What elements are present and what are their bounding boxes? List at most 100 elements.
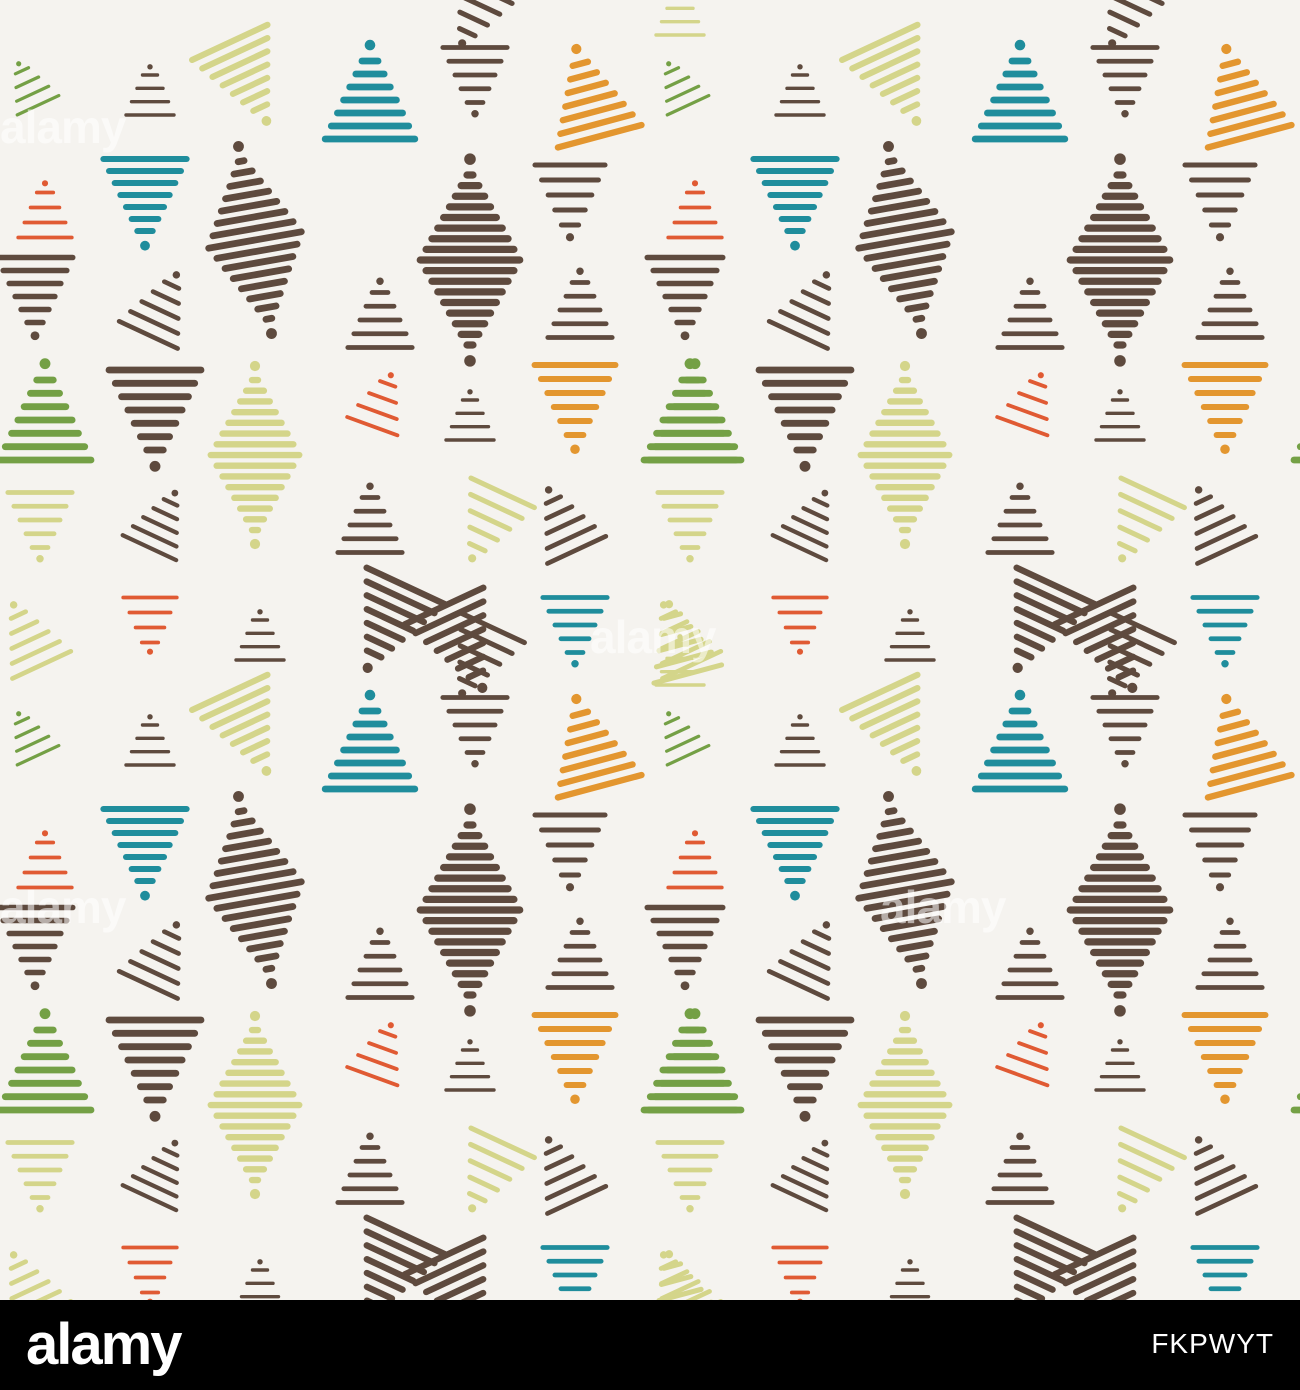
down-doodle [655, 1140, 725, 1213]
down-doodle [440, 45, 510, 118]
up-doodle [120, 1139, 180, 1213]
up-doodle [995, 1022, 1050, 1088]
up-doodle [1094, 389, 1146, 442]
up-doodle [345, 372, 400, 438]
diamond-doodle [205, 791, 305, 989]
up-doodle [1195, 917, 1265, 990]
up-doodle [666, 830, 724, 890]
up-doodle [545, 267, 615, 340]
down-doodle [755, 1016, 855, 1122]
down-doodle [456, 0, 515, 48]
down-doodle [100, 805, 190, 901]
diamond-doodle [855, 141, 955, 339]
up-doodle [774, 714, 826, 767]
down-doodle [750, 805, 840, 901]
diamond-doodle [857, 1010, 953, 1200]
up-doodle [124, 64, 176, 117]
up-doodle [1204, 43, 1295, 151]
down-doodle [1116, 1125, 1187, 1213]
down-doodle [531, 1012, 619, 1105]
down-doodle [771, 595, 829, 655]
down-doodle [1181, 362, 1269, 455]
up-doodle [543, 1136, 609, 1216]
down-doodle [105, 1016, 205, 1122]
up-doodle [345, 1022, 400, 1088]
pattern-area: alamy alamy alamy alamy [0, 0, 1300, 1300]
down-doodle [771, 1245, 829, 1300]
up-doodle [543, 486, 609, 566]
down-doodle [532, 812, 608, 892]
down-doodle [531, 362, 619, 455]
up-doodle [645, 1008, 745, 1114]
diamond-doodle [1066, 153, 1174, 367]
up-doodle [335, 482, 405, 555]
up-doodle [0, 1008, 95, 1114]
up-doodle [666, 180, 724, 240]
down-doodle [466, 475, 537, 563]
up-doodle [1094, 1039, 1146, 1092]
up-doodle [321, 689, 419, 793]
down-doodle [440, 695, 510, 768]
up-doodle [345, 927, 415, 1000]
up-doodle [658, 1251, 724, 1300]
up-doodle [234, 609, 286, 662]
diamond-doodle [857, 360, 953, 550]
down-doodle [532, 162, 608, 242]
footer-logo: alamy [26, 1312, 182, 1377]
down-doodle [839, 21, 922, 126]
down-doodle [105, 366, 205, 472]
up-doodle [1204, 693, 1295, 801]
up-doodle [345, 277, 415, 350]
up-doodle [985, 482, 1055, 555]
down-doodle [0, 254, 76, 341]
down-doodle [644, 904, 726, 991]
down-doodle [363, 1214, 449, 1300]
up-doodle [663, 61, 711, 117]
up-doodle [1193, 1136, 1259, 1216]
up-doodle [120, 489, 180, 563]
down-doodle [644, 254, 726, 341]
up-doodle [116, 271, 182, 351]
down-doodle [100, 155, 190, 251]
up-doodle [16, 180, 74, 240]
down-doodle [5, 490, 75, 563]
up-doodle [654, 6, 706, 37]
down-doodle [121, 595, 179, 655]
up-doodle [985, 1132, 1055, 1205]
up-doodle [0, 358, 95, 464]
up-doodle [1284, 591, 1300, 683]
up-doodle [444, 1039, 496, 1092]
up-doodle [995, 927, 1065, 1000]
down-doodle [1013, 1214, 1099, 1300]
up-doodle [8, 601, 74, 681]
down-doodle [1190, 1245, 1260, 1292]
up-doodle [13, 711, 61, 767]
up-doodle [116, 921, 182, 1001]
down-doodle [655, 490, 725, 563]
diamond-doodle [205, 141, 305, 339]
down-doodle [1090, 45, 1160, 118]
up-doodle [554, 693, 645, 801]
down-doodle [540, 1245, 610, 1292]
up-doodle [335, 1132, 405, 1205]
up-doodle [995, 372, 1050, 438]
up-doodle [774, 64, 826, 117]
down-doodle [750, 155, 840, 251]
up-doodle [658, 601, 724, 681]
up-doodle [971, 39, 1069, 143]
up-doodle [1195, 267, 1265, 340]
doodle-pattern [0, 0, 1300, 1300]
down-doodle [1181, 1012, 1269, 1105]
down-doodle [755, 366, 855, 472]
down-doodle [466, 1125, 537, 1213]
footer-bar: alamy FKPWYT [0, 1300, 1300, 1390]
up-doodle [884, 609, 936, 662]
down-doodle [1116, 475, 1187, 563]
up-doodle [1193, 486, 1259, 566]
up-doodle [645, 358, 745, 464]
down-doodle [189, 21, 272, 126]
down-doodle [1106, 0, 1165, 48]
up-doodle [124, 714, 176, 767]
up-doodle [663, 711, 711, 767]
up-doodle [971, 689, 1069, 793]
